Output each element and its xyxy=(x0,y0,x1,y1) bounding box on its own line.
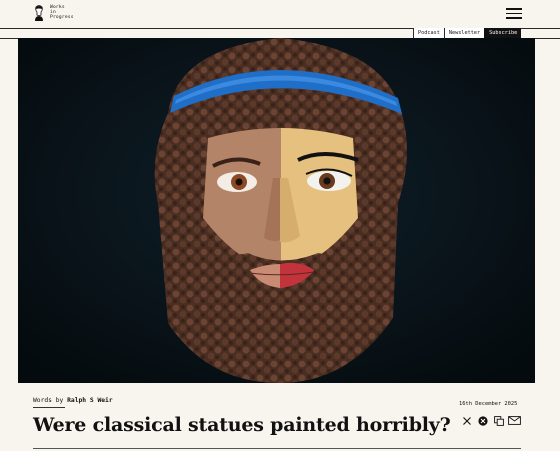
logo-portrait-icon xyxy=(35,4,43,21)
article-byline: Words by Ralph S Weir xyxy=(33,397,113,404)
substack-icon[interactable] xyxy=(476,414,489,427)
subscribe-button[interactable]: Subscribe xyxy=(484,28,522,38)
logo-line-progress: Progress xyxy=(50,15,74,21)
hamburger-menu-icon[interactable] xyxy=(506,8,522,19)
publish-date: 16th December 2025 xyxy=(459,401,518,407)
hero-image xyxy=(18,38,535,383)
logo-wordmark: Works in Progress xyxy=(50,5,74,21)
share-bar xyxy=(460,414,524,427)
header-nav: Podcast Newsletter Subscribe xyxy=(413,28,522,38)
copy-link-icon[interactable] xyxy=(492,414,505,427)
x-icon[interactable] xyxy=(460,414,473,427)
site-logo[interactable]: Works in Progress xyxy=(33,3,79,22)
byline-prefix: Words by xyxy=(33,397,64,404)
title-divider xyxy=(33,448,521,449)
nav-podcast-link[interactable]: Podcast xyxy=(413,28,444,38)
site-header: Works in Progress xyxy=(0,0,560,28)
author-link[interactable]: Ralph S Weir xyxy=(67,397,113,404)
byline-underline xyxy=(33,407,65,408)
email-icon[interactable] xyxy=(508,414,521,427)
nav-newsletter-link[interactable]: Newsletter xyxy=(443,28,485,38)
hero-statue-illustration xyxy=(18,38,535,383)
article-title: Were classical statues painted horribly? xyxy=(33,414,451,436)
